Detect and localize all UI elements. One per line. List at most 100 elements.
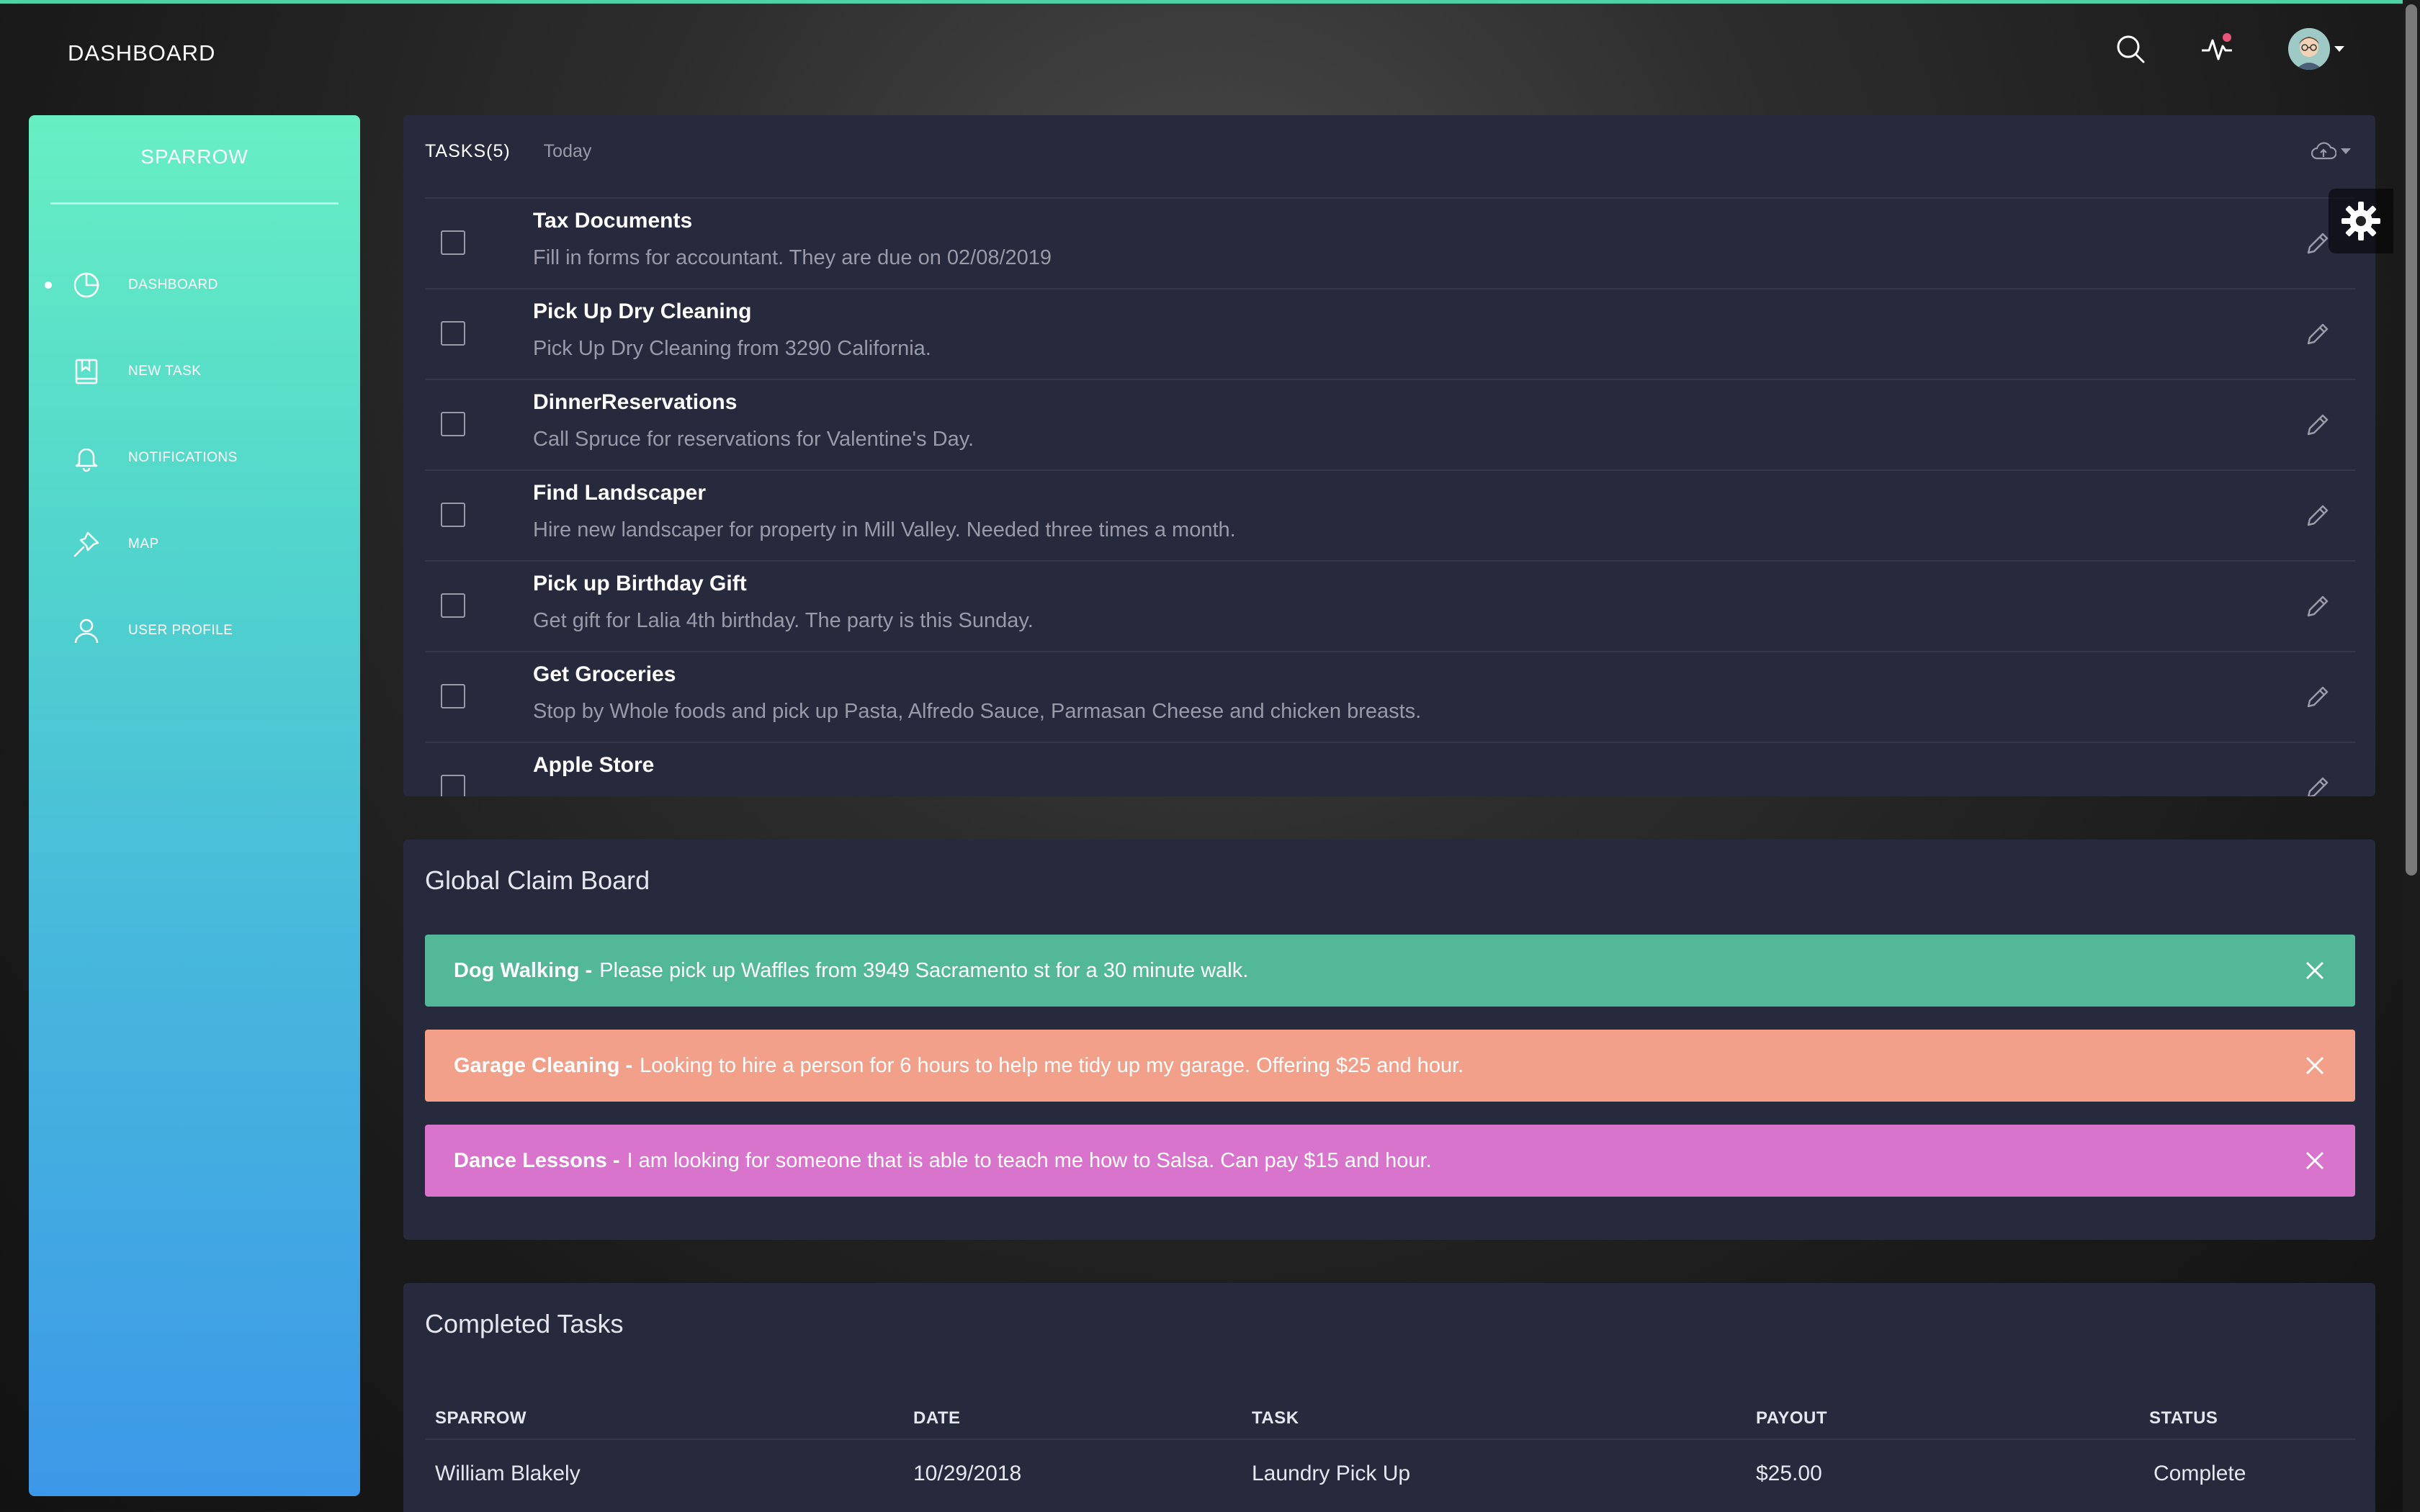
task-description: Stop by Whole foods and pick up Pasta, A… (533, 700, 1422, 723)
chevron-down-icon (2334, 46, 2344, 52)
close-button[interactable] (2302, 958, 2328, 984)
alert-label: Garage Cleaning - (454, 1053, 633, 1077)
alert-label: Dog Walking - (454, 958, 593, 982)
task-checkbox[interactable] (441, 412, 465, 436)
list-item: Find Landscaper Hire new landscaper for … (425, 469, 2355, 560)
settings-button[interactable] (2329, 189, 2393, 253)
scrollbar-thumb[interactable] (2406, 4, 2417, 876)
task-description: Fill in forms for accountant. They are d… (533, 246, 1052, 269)
sidebar-divider (50, 202, 339, 204)
chevron-down-icon (2341, 148, 2351, 154)
edit-button[interactable] (2300, 590, 2334, 624)
sidebar: SPARROW DASHBOARD NEW TASK NOTIFICATIONS (29, 115, 360, 1496)
bookmark-book-icon (71, 356, 102, 387)
task-checkbox[interactable] (441, 684, 465, 708)
cell-status: Complete (2154, 1462, 2246, 1485)
list-item: Get Groceries Stop by Whole foods and pi… (425, 651, 2355, 742)
pencil-icon (2307, 233, 2329, 254)
claim-board-card: Global Claim Board Dog Walking - Please … (403, 840, 2375, 1240)
column-header-status: STATUS (2149, 1408, 2218, 1428)
column-header-date: DATE (913, 1408, 961, 1428)
search-button[interactable] (2107, 26, 2154, 72)
active-indicator (45, 282, 52, 289)
cloud-dropdown-button[interactable] (2311, 141, 2351, 161)
top-accent-bar (0, 0, 2420, 4)
edit-button[interactable] (2300, 318, 2334, 351)
tasks-heading: TASKS(5) (425, 141, 511, 161)
cloud-upload-icon (2311, 142, 2336, 160)
cell-sparrow: William Blakely (435, 1462, 581, 1485)
list-item: DinnerReservations Call Spruce for reser… (425, 379, 2355, 469)
gear-icon (2341, 202, 2380, 240)
claim-alert-dance-lessons: Dance Lessons - I am looking for someone… (425, 1125, 2355, 1197)
edit-button[interactable] (2300, 500, 2334, 533)
pin-icon (71, 528, 102, 560)
sidebar-item-map[interactable]: MAP (29, 501, 360, 588)
sidebar-item-label: DASHBOARD (128, 277, 218, 292)
edit-button[interactable] (2300, 409, 2334, 442)
page-scrollbar[interactable] (2403, 0, 2420, 1512)
cell-task: Laundry Pick Up (1252, 1462, 1411, 1485)
sidebar-item-label: MAP (128, 536, 159, 552)
alert-text: I am looking for someone that is able to… (627, 1148, 1432, 1172)
task-checkbox[interactable] (441, 321, 465, 346)
sidebar-item-new-task[interactable]: NEW TASK (29, 328, 360, 415)
edit-button[interactable] (2300, 772, 2334, 796)
edit-button[interactable] (2300, 681, 2334, 714)
task-title: DinnerReservations (533, 390, 738, 414)
column-header-payout: PAYOUT (1756, 1408, 1828, 1428)
close-button[interactable] (2302, 1053, 2328, 1079)
user-menu-button[interactable] (2280, 26, 2352, 72)
task-title: Pick Up Dry Cleaning (533, 300, 752, 323)
notification-dot (2223, 33, 2231, 42)
pencil-icon (2307, 323, 2329, 345)
pencil-icon (2307, 505, 2329, 526)
task-title: Apple Store (533, 753, 655, 777)
task-description: Hire new landscaper for property in Mill… (533, 518, 1236, 541)
claim-board-title: Global Claim Board (425, 865, 650, 895)
claim-alert-dog-walking: Dog Walking - Please pick up Waffles fro… (425, 935, 2355, 1007)
tasks-subheading: Today (543, 141, 592, 161)
user-icon (71, 615, 102, 647)
close-button[interactable] (2302, 1148, 2328, 1174)
task-list: Tax Documents Fill in forms for accounta… (425, 197, 2355, 796)
close-icon (2305, 961, 2324, 980)
column-header-task: TASK (1252, 1408, 1299, 1428)
pie-chart-icon (71, 269, 102, 301)
page-title: DASHBOARD (68, 40, 216, 66)
search-icon (2117, 35, 2145, 63)
activity-button[interactable] (2194, 26, 2240, 72)
task-checkbox[interactable] (441, 503, 465, 527)
table-header: SPARROW DATE TASK PAYOUT STATUS (425, 1394, 2355, 1440)
task-title: Pick up Birthday Gift (533, 572, 747, 595)
column-header-sparrow: SPARROW (435, 1408, 527, 1428)
cell-date: 10/29/2018 (913, 1462, 1022, 1485)
task-checkbox[interactable] (441, 775, 465, 796)
task-title: Find Landscaper (533, 481, 707, 505)
sidebar-item-notifications[interactable]: NOTIFICATIONS (29, 415, 360, 501)
tasks-card: TASKS(5) Today Tax Documents Fill in for… (403, 115, 2375, 796)
pencil-icon (2307, 686, 2329, 708)
close-icon (2305, 1056, 2324, 1075)
alert-label: Dance Lessons - (454, 1148, 620, 1172)
task-checkbox[interactable] (441, 593, 465, 618)
avatar (2288, 28, 2330, 70)
task-checkbox[interactable] (441, 230, 465, 255)
tasks-header: TASKS(5) Today (425, 141, 591, 162)
sidebar-item-user-profile[interactable]: USER PROFILE (29, 588, 360, 674)
cell-payout: $25.00 (1756, 1462, 1822, 1485)
task-description: Pick Up Dry Cleaning from 3290 Californi… (533, 337, 931, 360)
alert-text: Please pick up Waffles from 3949 Sacrame… (599, 958, 1249, 982)
pencil-icon (2307, 595, 2329, 617)
list-item: Pick up Birthday Gift Get gift for Lalia… (425, 560, 2355, 651)
close-icon (2305, 1151, 2324, 1170)
task-description: Call Spruce for reservations for Valenti… (533, 428, 974, 451)
task-title: Get Groceries (533, 662, 676, 686)
claim-alert-garage-cleaning: Garage Cleaning - Looking to hire a pers… (425, 1030, 2355, 1102)
sidebar-item-label: NEW TASK (128, 364, 202, 379)
sidebar-brand: SPARROW (140, 145, 248, 168)
completed-tasks-title: Completed Tasks (425, 1309, 624, 1338)
sidebar-item-dashboard[interactable]: DASHBOARD (29, 242, 360, 328)
pencil-icon (2307, 777, 2329, 796)
list-item: Apple Store (425, 742, 2355, 796)
